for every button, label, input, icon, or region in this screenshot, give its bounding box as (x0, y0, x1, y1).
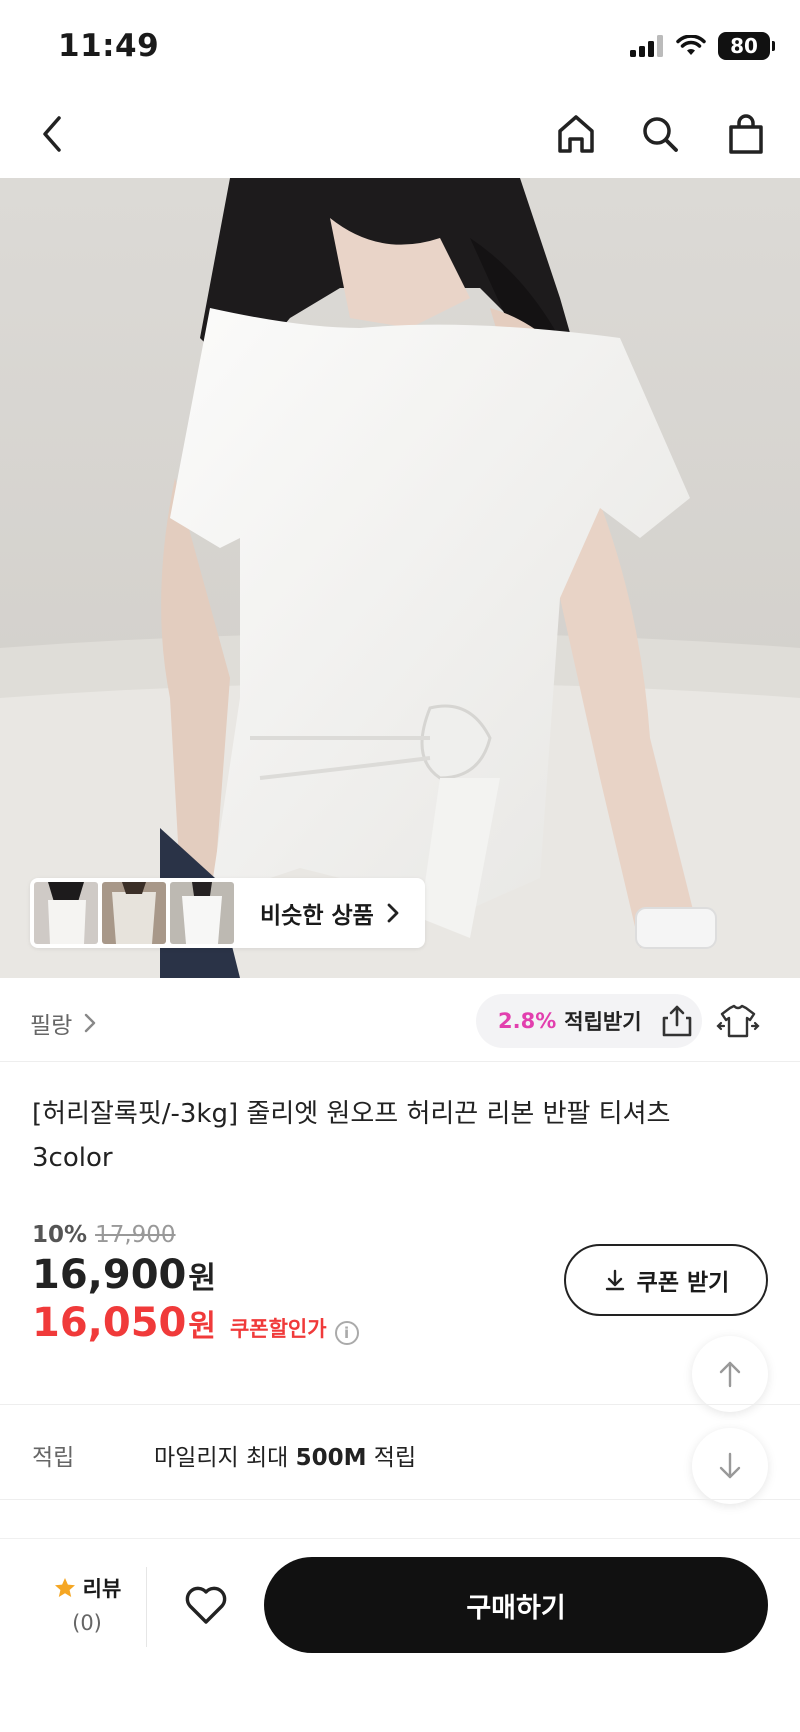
coupon-price-label: 쿠폰할인가 (229, 1317, 327, 1341)
similar-thumbnail (102, 882, 166, 944)
brand-name: 필랑 (30, 1013, 73, 1039)
top-nav-bar (0, 90, 800, 178)
review-count: (0) (72, 1611, 102, 1635)
battery-level: 80 (730, 34, 758, 58)
arrow-up-icon (719, 1361, 741, 1388)
mileage-text-prefix: 마일리지 최대 (154, 1445, 296, 1471)
wifi-icon (676, 35, 706, 55)
home-icon (558, 115, 594, 153)
heart-icon (185, 1586, 227, 1624)
points-label: 적립받기 (564, 1010, 642, 1034)
mileage-text: 마일리지 최대 500M 적립 (154, 1438, 416, 1472)
mileage-label: 적립 (32, 1445, 75, 1471)
status-icons: 80 (630, 32, 775, 60)
product-photo (0, 178, 800, 978)
buy-button[interactable]: 구매하기 (264, 1557, 768, 1653)
scroll-top-button[interactable] (692, 1336, 768, 1412)
sale-price-unit: 원 (188, 1261, 216, 1296)
product-title: [허리잘록핏/-3kg] 줄리엣 원오프 허리끈 리본 반팔 티셔츠 3colo… (32, 1099, 671, 1173)
shopping-bag-icon (729, 114, 763, 154)
status-bar: 11:49 80 (0, 0, 800, 90)
brand-row: 필랑 2.8% 적립받기 (0, 980, 800, 1062)
mileage-text-suffix: 적립 (366, 1445, 417, 1471)
download-icon (605, 1269, 624, 1291)
section-divider (0, 1404, 800, 1405)
coupon-price-unit: 원 (188, 1309, 216, 1344)
search-button[interactable] (634, 108, 686, 160)
star-icon (54, 1578, 75, 1597)
brand-link[interactable]: 필랑 (30, 1006, 96, 1040)
compare-button[interactable] (716, 1000, 760, 1044)
coupon-button-label: 쿠폰 받기 (636, 1270, 730, 1296)
bar-separator (146, 1567, 147, 1647)
search-icon (643, 117, 678, 152)
mileage-row: 적립 마일리지 최대 500M 적립 (0, 1420, 800, 1500)
cart-button[interactable] (720, 108, 772, 160)
battery-indicator: 80 (718, 32, 775, 60)
points-share-button[interactable]: 2.8% 적립받기 (476, 994, 702, 1048)
review-button[interactable]: 리뷰 (0) (32, 1573, 142, 1635)
share-icon (662, 1005, 691, 1037)
status-time: 11:49 (58, 28, 160, 64)
similar-products-button[interactable]: 비슷한 상품 (30, 878, 425, 948)
coupon-price: 16,050 (32, 1300, 187, 1346)
similar-thumbnail (170, 882, 234, 944)
similar-products-label: 비슷한 상품 (260, 903, 374, 929)
review-label: 리뷰 (82, 1577, 122, 1601)
chevron-right-icon (85, 1013, 96, 1033)
info-icon[interactable]: i (334, 1321, 359, 1345)
points-rate: 2.8% (498, 1009, 557, 1033)
similar-thumbnail (34, 882, 98, 944)
product-image[interactable] (0, 178, 800, 978)
mileage-amount: 500M (295, 1445, 367, 1471)
signal-icon (630, 35, 663, 57)
bottom-action-bar: 리뷰 (0) 구매하기 (0, 1538, 800, 1732)
sale-price: 16,900 (32, 1252, 187, 1298)
home-button[interactable] (550, 108, 602, 160)
download-coupon-button[interactable]: 쿠폰 받기 (564, 1244, 768, 1316)
review-header: 리뷰 (32, 1573, 142, 1603)
discount-percent: 10% (32, 1222, 88, 1248)
shirt-compare-icon (716, 1004, 760, 1038)
chevron-right-icon (387, 903, 399, 923)
wishlist-button[interactable] (180, 1579, 232, 1631)
chevron-left-icon (43, 116, 61, 152)
original-price: 17,900 (95, 1222, 176, 1248)
back-button[interactable] (26, 108, 78, 160)
